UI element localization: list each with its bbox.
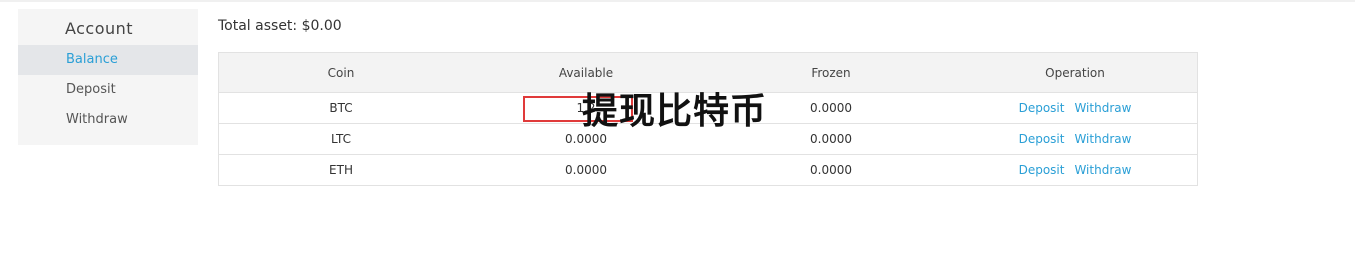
operation-cell: Deposit Withdraw — [953, 155, 1197, 185]
available-cell: 0.0000 — [565, 163, 607, 177]
coin-cell: LTC — [330, 132, 352, 146]
sidebar-title: Account — [64, 19, 134, 38]
withdraw-link[interactable]: Withdraw — [1074, 101, 1131, 115]
sidebar-item-balance[interactable]: Balance — [18, 45, 198, 75]
withdraw-link[interactable]: Withdraw — [1074, 163, 1131, 177]
sidebar-item-deposit[interactable]: Deposit — [18, 75, 198, 105]
header-coin: Coin — [327, 65, 355, 80]
account-sidebar: Account Balance Deposit Withdraw — [18, 9, 198, 145]
coin-cell: ETH — [329, 163, 353, 177]
withdraw-link[interactable]: Withdraw — [1074, 132, 1131, 146]
deposit-link[interactable]: Deposit — [1019, 163, 1065, 177]
sidebar-item-withdraw[interactable]: Withdraw — [18, 105, 198, 135]
deposit-link[interactable]: Deposit — [1019, 101, 1065, 115]
operation-cell: Deposit Withdraw — [953, 124, 1197, 154]
deposit-link[interactable]: Deposit — [1019, 132, 1065, 146]
table-row: ETH 0.0000 0.0000 Deposit Withdraw — [219, 154, 1197, 185]
overlay-caption: 提现比特币 — [582, 91, 768, 132]
coin-cell: BTC — [329, 101, 353, 115]
top-divider — [0, 0, 1355, 2]
header-operation: Operation — [1045, 65, 1105, 80]
operation-cell: Deposit Withdraw — [953, 93, 1197, 123]
total-asset: Total asset: $0.00 — [218, 18, 342, 34]
frozen-cell: 0.0000 — [810, 163, 852, 177]
